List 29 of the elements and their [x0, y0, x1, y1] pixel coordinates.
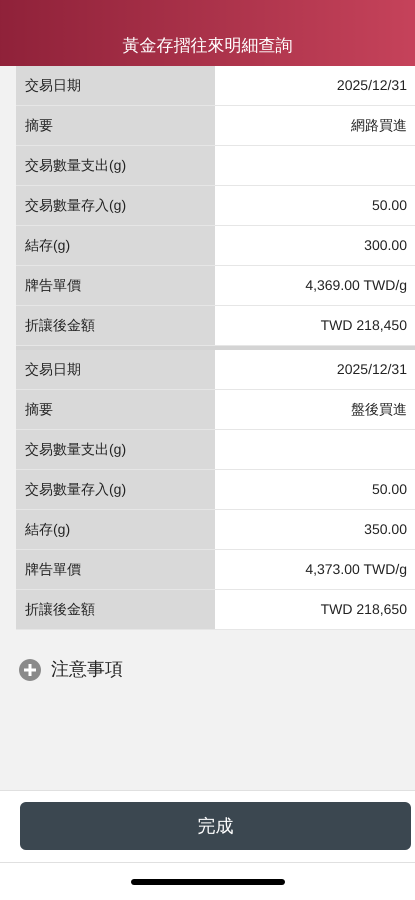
field-label: 結存(g): [16, 510, 215, 549]
field-label: 牌告單價: [16, 266, 215, 305]
done-button[interactable]: 完成: [20, 802, 411, 850]
value-cell: 2025/12/31: [215, 66, 415, 105]
value-cell: 350.00: [215, 510, 415, 549]
field-label: 摘要: [16, 106, 215, 145]
field-label: 交易日期: [16, 66, 215, 105]
field-label: 交易數量存入(g): [16, 470, 215, 509]
page-title: 黃金存摺往來明細查詢: [122, 34, 292, 56]
value-cell: 4,369.00 TWD/g: [215, 266, 415, 305]
notice-toggle[interactable]: 注意事項: [19, 656, 123, 683]
value-cell: 2025/12/31: [215, 350, 415, 389]
field-label: 折讓後金額: [16, 306, 215, 345]
value-cell: 50.00: [215, 186, 415, 225]
value-cell: 50.00: [215, 470, 415, 509]
field-label: 交易數量支出(g): [16, 430, 215, 469]
value-cell: TWD 218,450: [215, 306, 415, 345]
value-cell: 盤後買進: [215, 390, 415, 429]
value-cell: 4,373.00 TWD/g: [215, 550, 415, 589]
value-cell: 300.00: [215, 226, 415, 265]
field-label: 摘要: [16, 390, 215, 429]
field-label: 牌告單價: [16, 550, 215, 589]
field-label: 交易日期: [16, 350, 215, 389]
field-label: 折讓後金額: [16, 590, 215, 629]
field-label: 結存(g): [16, 226, 215, 265]
field-label: 交易數量存入(g): [16, 186, 215, 225]
field-label: 交易數量支出(g): [16, 146, 215, 185]
value-cell: TWD 218,650: [215, 590, 415, 629]
value-cell: 網路買進: [215, 106, 415, 145]
